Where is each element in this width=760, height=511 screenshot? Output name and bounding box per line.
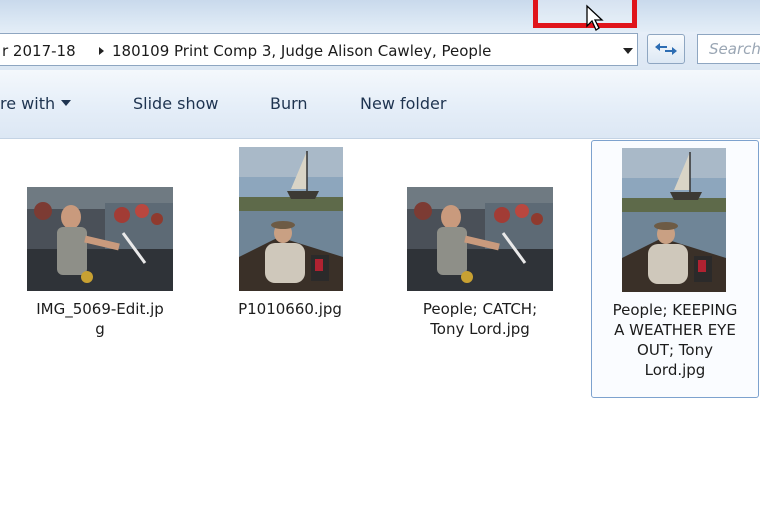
new-folder-button[interactable]: New folder — [360, 94, 446, 113]
share-with-label: re with — [0, 94, 56, 113]
file-item-selected[interactable]: People; KEEPING A WEATHER EYE OUT; Tony … — [591, 140, 759, 398]
address-bar[interactable]: r 2017-18 180109 Print Comp 3, Judge Ali… — [0, 33, 638, 66]
file-list: IMG_5069-Edit.jp g P1010660.jpg People; … — [0, 139, 760, 511]
refresh-button[interactable] — [647, 34, 685, 64]
man-in-boat-thumbnail — [239, 147, 343, 291]
search-input[interactable]: Search — [697, 34, 760, 64]
breadcrumb-separator-icon[interactable] — [99, 47, 104, 55]
man-throwing-knife-thumbnail — [27, 187, 173, 291]
file-name: P1010660.jpg — [238, 300, 342, 318]
file-item[interactable]: IMG_5069-Edit.jp g — [20, 179, 180, 359]
chevron-down-icon — [61, 100, 72, 106]
command-toolbar: re with Slide show Burn New folder — [0, 70, 760, 139]
man-in-boat-thumbnail — [622, 148, 726, 292]
breadcrumb-current[interactable]: 180109 Print Comp 3, Judge Alison Cawley… — [112, 42, 491, 60]
file-item[interactable]: P1010660.jpg — [210, 139, 370, 319]
file-name: People; KEEPING A WEATHER EYE OUT; Tony … — [612, 301, 738, 379]
refresh-icon — [655, 43, 677, 55]
file-item[interactable]: People; CATCH; Tony Lord.jpg — [400, 179, 560, 359]
share-with-menu[interactable]: re with — [0, 94, 72, 113]
slide-show-button[interactable]: Slide show — [133, 94, 218, 113]
burn-button[interactable]: Burn — [270, 94, 308, 113]
address-dropdown-icon[interactable] — [623, 48, 633, 54]
mouse-cursor-icon — [586, 4, 604, 31]
breadcrumb-parent[interactable]: r 2017-18 — [2, 42, 76, 60]
window-title-bar — [0, 0, 760, 32]
man-throwing-knife-thumbnail — [407, 187, 553, 291]
file-name: People; CATCH; Tony Lord.jpg — [422, 300, 538, 338]
file-name: IMG_5069-Edit.jp g — [36, 300, 164, 338]
address-row: r 2017-18 180109 Print Comp 3, Judge Ali… — [0, 32, 760, 70]
